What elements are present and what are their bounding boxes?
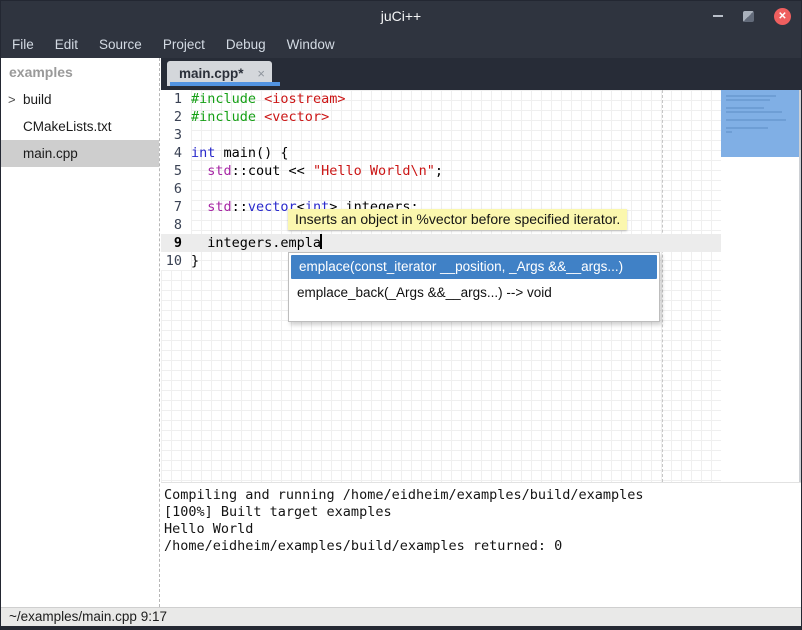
terminal-line: Hello World xyxy=(164,521,801,538)
code-text: #include <vector> xyxy=(191,109,329,125)
token: :: xyxy=(232,199,248,215)
code-text: #include <iostream> xyxy=(191,91,345,107)
token: } xyxy=(191,253,199,269)
status-location: ~/examples/main.cpp 9:17 xyxy=(9,609,167,624)
doc-tooltip: Inserts an object in %vector before spec… xyxy=(288,209,627,230)
juci-window: juCi++ ✕ File Edit Source Project Debug Windo… xyxy=(0,0,802,630)
line-number: 2 xyxy=(161,108,191,126)
code-line-3[interactable]: 3 xyxy=(161,126,801,144)
menu-item-window[interactable]: Window xyxy=(287,37,335,52)
code-editor[interactable]: 1#include <iostream>2#include <vector>34… xyxy=(161,90,801,482)
window-controls: ✕ xyxy=(713,1,791,31)
token: "Hello World\n" xyxy=(313,163,435,179)
token xyxy=(191,163,207,179)
line-number: 5 xyxy=(161,162,191,180)
tab-main-cpp[interactable]: main.cpp* × xyxy=(167,61,272,86)
menu-item-source[interactable]: Source xyxy=(99,37,142,52)
terminal-line: [100%] Built target examples xyxy=(164,504,801,521)
line-number: 6 xyxy=(161,180,191,198)
token xyxy=(191,199,207,215)
line-number: 10 xyxy=(161,252,191,270)
window-bottom-border xyxy=(1,626,801,630)
menu-item-project[interactable]: Project xyxy=(163,37,205,52)
code-text: int main() { xyxy=(191,145,289,161)
minimap[interactable] xyxy=(721,90,799,482)
token: ; xyxy=(435,163,443,179)
code-text: std::cout << "Hello World\n"; xyxy=(191,163,443,179)
menu-item-file[interactable]: File xyxy=(12,37,34,52)
code-line-2[interactable]: 2#include <vector> xyxy=(161,108,801,126)
tree-item-label: main.cpp xyxy=(23,146,78,161)
menu-item-edit[interactable]: Edit xyxy=(55,37,78,52)
line-number: 7 xyxy=(161,198,191,216)
tree-item-build[interactable]: > build xyxy=(1,86,159,113)
terminal-line: Compiling and running /home/eidheim/exam… xyxy=(164,487,801,504)
active-tab-indicator xyxy=(170,82,280,86)
token: <vector> xyxy=(264,109,329,125)
text-cursor xyxy=(320,234,322,249)
tree-item-label: CMakeLists.txt xyxy=(23,119,112,134)
tree-item-cmakelists.txt[interactable]: CMakeLists.txt xyxy=(1,113,159,140)
code-line-1[interactable]: 1#include <iostream> xyxy=(161,90,801,108)
code-line-4[interactable]: 4int main() { xyxy=(161,144,801,162)
expander-icon[interactable]: > xyxy=(8,86,16,113)
project-name: examples xyxy=(1,58,159,86)
token: <iostream> xyxy=(264,91,345,107)
code-line-9[interactable]: 9 integers.empla xyxy=(161,234,801,252)
restore-icon[interactable] xyxy=(743,11,754,22)
token: ::cout << xyxy=(232,163,313,179)
titlebar[interactable]: juCi++ ✕ xyxy=(1,1,801,31)
completion-item[interactable]: emplace_back(_Args &&__args...) --> void xyxy=(289,280,659,306)
code-text: } xyxy=(191,253,199,269)
completion-popup: emplace(const_iterator __position, _Args… xyxy=(288,252,660,322)
minimap-viewport[interactable] xyxy=(721,90,799,157)
line-number: 9 xyxy=(161,234,191,252)
code-line-5[interactable]: 5 std::cout << "Hello World\n"; xyxy=(161,162,801,180)
token: std xyxy=(207,199,231,215)
completion-item[interactable]: emplace(const_iterator __position, _Args… xyxy=(291,255,657,279)
token xyxy=(256,91,264,107)
window-title: juCi++ xyxy=(1,1,801,31)
terminal-line: /home/eidheim/examples/build/examples re… xyxy=(164,538,801,555)
line-number: 3 xyxy=(161,126,191,144)
line-number: 8 xyxy=(161,216,191,234)
tab-label: main.cpp* xyxy=(179,66,244,81)
token: #include xyxy=(191,91,256,107)
code-line-6[interactable]: 6 xyxy=(161,180,801,198)
token: std xyxy=(207,163,231,179)
token: int xyxy=(191,145,215,161)
minimize-icon[interactable] xyxy=(713,15,723,17)
tree-item-main.cpp[interactable]: main.cpp xyxy=(1,140,159,167)
token: #include xyxy=(191,109,256,125)
token: main() { xyxy=(215,145,288,161)
close-icon[interactable]: ✕ xyxy=(774,8,791,25)
tab-strip: main.cpp* × xyxy=(161,58,801,90)
code-text: integers.empla xyxy=(191,235,322,251)
token: integers.empla xyxy=(191,235,321,251)
terminal-output: Compiling and running /home/eidheim/exam… xyxy=(161,482,801,608)
editor-scrollbar[interactable] xyxy=(799,90,801,482)
tree-item-label: build xyxy=(23,92,52,107)
file-tree: examples > build CMakeLists.txt main.cpp xyxy=(1,58,160,607)
menu-item-debug[interactable]: Debug xyxy=(226,37,266,52)
line-number: 1 xyxy=(161,90,191,108)
menubar: File Edit Source Project Debug Window xyxy=(1,31,801,58)
line-number: 4 xyxy=(161,144,191,162)
token xyxy=(256,109,264,125)
statusbar: ~/examples/main.cpp 9:17 xyxy=(1,607,801,626)
